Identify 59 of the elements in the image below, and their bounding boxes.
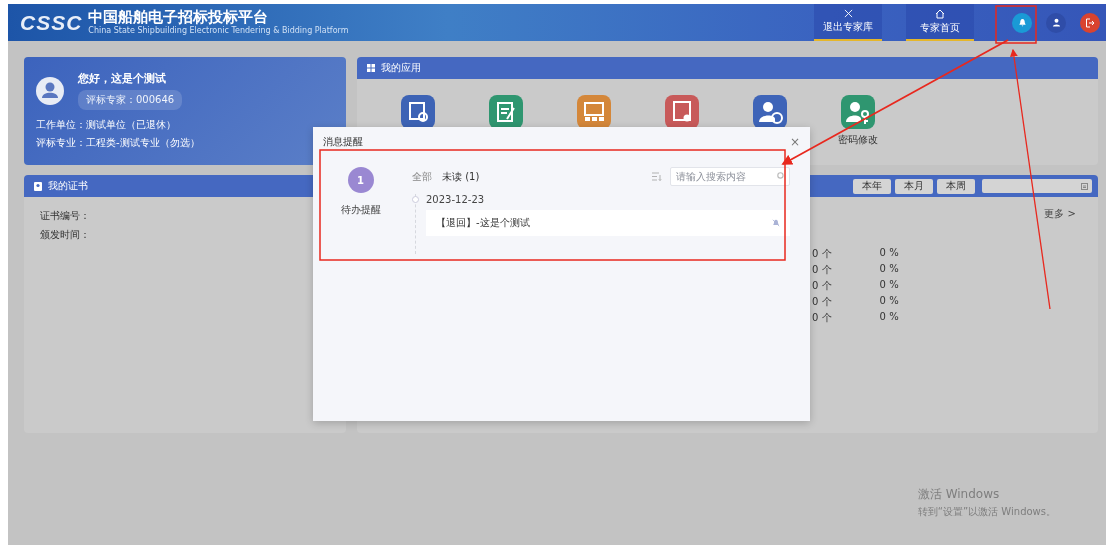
profile-line: 工作单位：测试单位（已退休） <box>36 118 176 132</box>
nav-button[interactable]: 专家首页 <box>906 4 974 41</box>
certificate-icon <box>34 181 42 191</box>
search-icon <box>777 172 785 180</box>
grid-icon <box>367 64 375 72</box>
greeting: 您好，这是个测试 <box>78 71 167 86</box>
count-value: 0 个 <box>812 295 832 309</box>
user-icon <box>1051 18 1061 27</box>
user-button[interactable] <box>1046 12 1066 33</box>
muted-bell-icon <box>772 219 780 227</box>
count-value: 0 个 <box>812 311 832 325</box>
percent-value: 0 % <box>879 295 899 308</box>
percent-value: 0 % <box>879 247 899 260</box>
platform-subtitle: China State Shipbuilding Electronic Tendering & Bidding Platform <box>88 26 349 36</box>
expert-badge: 评标专家：000646 <box>78 90 183 110</box>
certificate-field: 证书编号： <box>40 209 330 223</box>
certificate-icon[interactable] <box>665 95 699 129</box>
percent-value: 0 % <box>879 311 899 324</box>
activation-notice: 激活 Windows <box>917 486 1001 503</box>
count-value: 0 个 <box>812 279 832 293</box>
avatar-icon <box>36 76 64 105</box>
calendar-icon <box>1081 182 1088 190</box>
period-button[interactable]: 本周 <box>937 178 975 194</box>
certificate-field: 颁发时间： <box>40 228 330 242</box>
document-edit-icon[interactable] <box>489 95 523 129</box>
dialog-title: 消息提醒 <box>323 135 363 149</box>
close-button[interactable]: × <box>789 135 800 149</box>
period-button[interactable]: 本年 <box>853 178 891 194</box>
app-label[interactable]: 密码修改 <box>838 133 878 147</box>
logout-icon <box>1085 17 1095 28</box>
logo: CSSC <box>20 10 83 35</box>
search-field[interactable]: 请输入搜索内容 <box>670 167 790 186</box>
profile-line: 评标专业：工程类-测试专业（勿选） <box>36 136 200 150</box>
annotation-box <box>995 5 1037 44</box>
category-label[interactable]: 待办提醒 <box>340 203 381 217</box>
bell-icon <box>1017 18 1027 27</box>
panel-title: 我的证书 <box>48 179 88 193</box>
percent-value: 0 % <box>879 279 899 292</box>
count-value: 0 个 <box>812 247 832 261</box>
more-link[interactable]: 更多 > <box>1044 207 1076 221</box>
user-clock-icon[interactable] <box>753 95 787 129</box>
panel-title: 我的应用 <box>381 61 421 75</box>
percent-value: 0 % <box>879 263 899 276</box>
close-icon <box>843 9 853 18</box>
filter-tab[interactable]: 未读 (1) <box>442 169 480 184</box>
platform-title: 中国船舶电子招标投标平台 <box>88 9 270 26</box>
bell-button[interactable] <box>1012 12 1032 33</box>
message-date: 2023-12-23 <box>426 194 486 205</box>
logout-button[interactable] <box>1080 12 1100 33</box>
nav-button[interactable]: 退出专家库 <box>814 4 882 41</box>
user-key-icon[interactable] <box>841 95 875 129</box>
document-search-icon[interactable] <box>401 95 435 129</box>
message-item[interactable]: 【退回】-这是个测试 <box>426 210 790 236</box>
filter-tab[interactable]: 全部 <box>412 169 432 184</box>
count-value: 0 个 <box>812 263 832 277</box>
home-icon <box>935 8 945 19</box>
meeting-icon[interactable] <box>577 95 611 129</box>
date-field[interactable] <box>982 179 1092 193</box>
period-button[interactable]: 本月 <box>895 178 933 194</box>
